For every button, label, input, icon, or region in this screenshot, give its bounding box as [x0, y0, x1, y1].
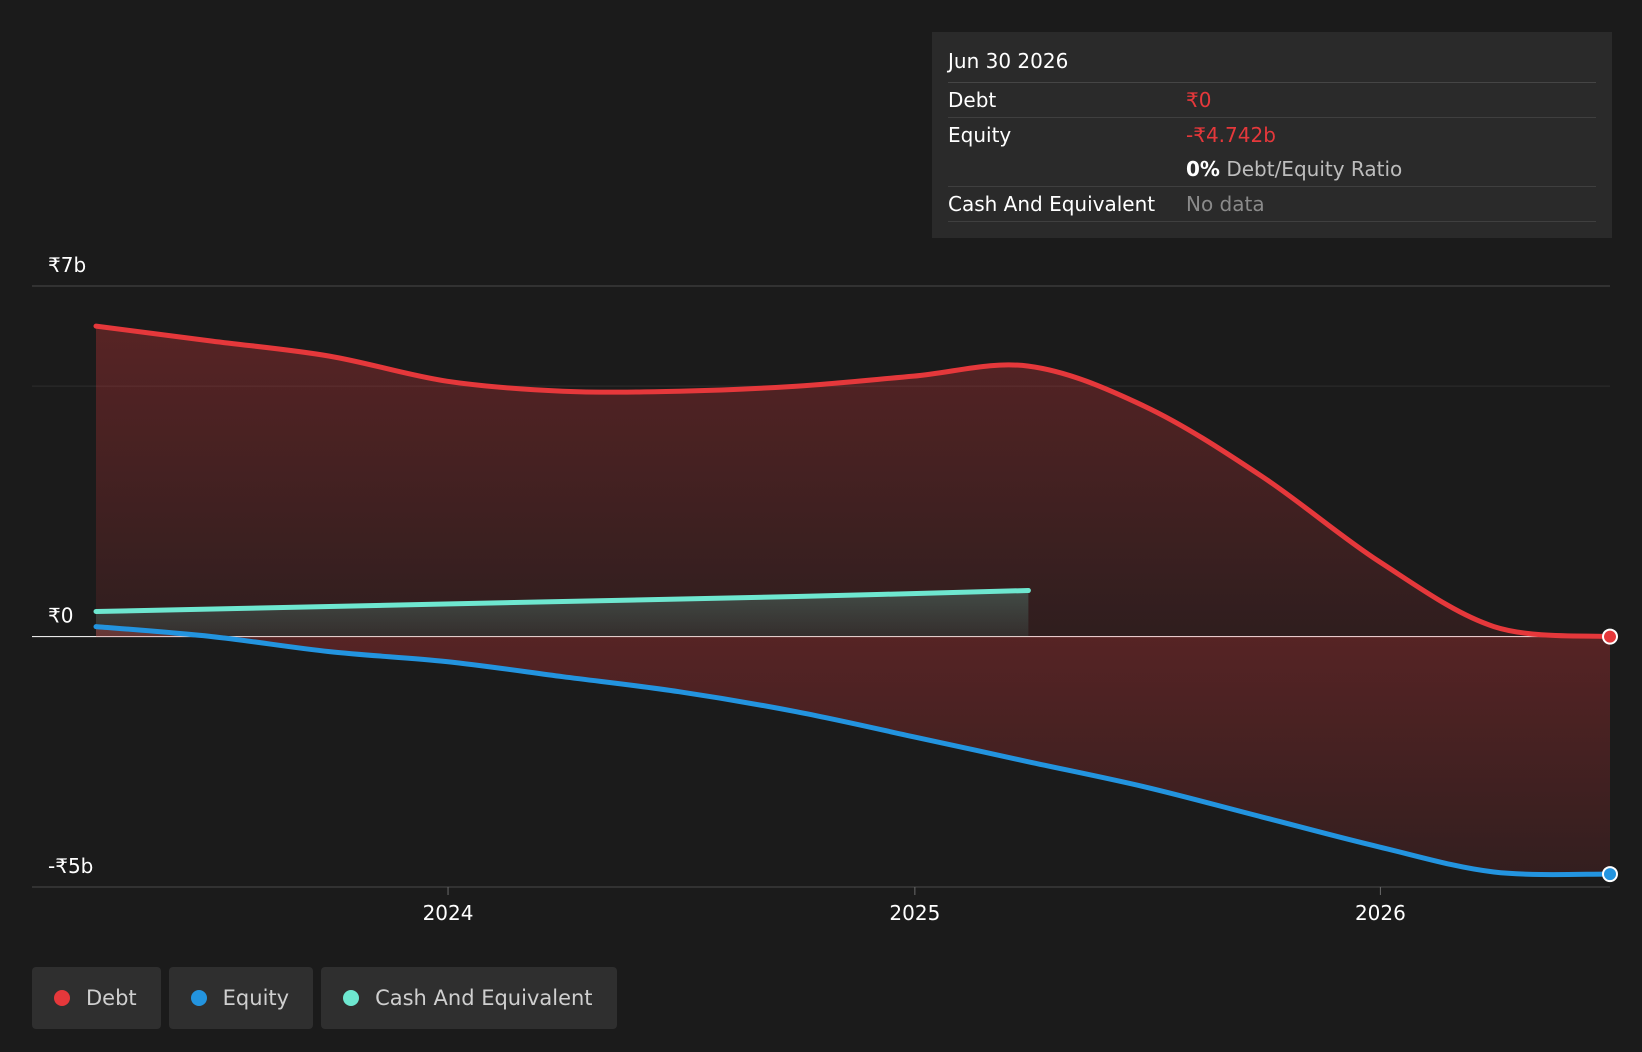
y-tick-label: ₹7b — [48, 253, 86, 277]
y-tick-label: ₹0 — [48, 604, 73, 628]
y-axis-labels: ₹7b ₹0 -₹5b — [48, 253, 93, 878]
chart-legend: Debt Equity Cash And Equivalent — [32, 967, 617, 1029]
debt-area — [96, 326, 1610, 637]
tooltip-row-cash: Cash And Equivalent No data — [948, 187, 1596, 222]
debt-end-marker — [1602, 628, 1618, 645]
y-tick-label: -₹5b — [48, 854, 93, 878]
legend-item-cash[interactable]: Cash And Equivalent — [321, 967, 617, 1029]
legend-debt-label: Debt — [86, 986, 137, 1010]
tooltip-cash-value: No data — [1186, 192, 1265, 216]
tooltip-date: Jun 30 2026 — [948, 46, 1596, 83]
legend-equity-label: Equity — [222, 986, 290, 1010]
legend-item-debt[interactable]: Debt — [32, 967, 161, 1029]
equity-area — [96, 626, 1610, 875]
x-tick-label: 2024 — [423, 901, 474, 925]
tooltip-ratio-value: 0% — [1186, 157, 1220, 181]
tooltip-cash-label: Cash And Equivalent — [948, 192, 1156, 216]
tooltip-ratio-label: Debt/Equity Ratio — [1226, 157, 1403, 181]
tooltip-row-ratio: 0% Debt/Equity Ratio — [948, 152, 1596, 187]
tooltip-debt-value: ₹0 — [1186, 88, 1212, 112]
tooltip-ratio-spacer — [948, 152, 1186, 186]
tooltip-ratio: 0% Debt/Equity Ratio — [1186, 152, 1596, 186]
tooltip-equity-value: -₹4.742b — [1186, 123, 1276, 147]
tooltip-debt-label: Debt — [948, 88, 997, 112]
x-tick-label: 2025 — [889, 901, 940, 925]
cash-dot-icon — [343, 990, 360, 1006]
equity-dot-icon — [190, 990, 207, 1006]
tooltip-equity-label: Equity — [948, 123, 1012, 147]
debt-dot-icon — [54, 990, 70, 1006]
legend-item-equity[interactable]: Equity — [168, 967, 314, 1029]
chart-areas — [96, 326, 1610, 875]
tooltip-row-equity: Equity -₹4.742b — [948, 118, 1596, 152]
x-tick-label: 2026 — [1355, 901, 1406, 925]
equity-end-marker — [1602, 866, 1618, 883]
tooltip-panel: Jun 30 2026 Debt ₹0 Equity -₹4.742b 0% D… — [932, 32, 1612, 238]
legend-cash-label: Cash And Equivalent — [375, 986, 593, 1010]
x-axis-labels: 2024 2025 2026 — [423, 887, 1406, 925]
tooltip-row-debt: Debt ₹0 — [948, 83, 1596, 118]
